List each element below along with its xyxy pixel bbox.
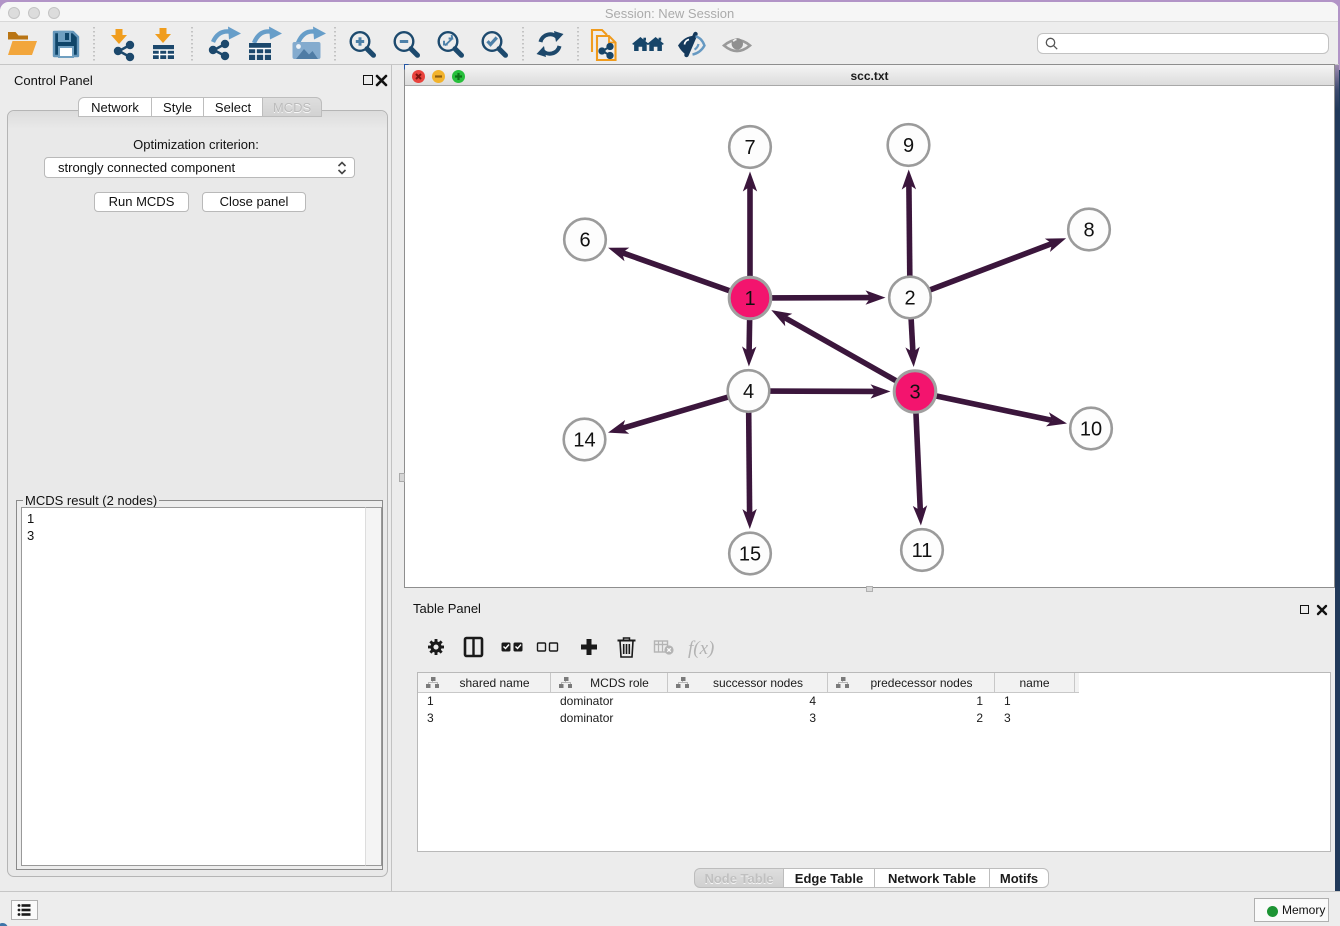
svg-text:4: 4 <box>743 381 754 403</box>
svg-text:1: 1 <box>744 288 755 310</box>
svg-text:3: 3 <box>909 382 920 404</box>
svg-text:8: 8 <box>1083 220 1094 242</box>
svg-text:7: 7 <box>744 137 755 159</box>
svg-text:11: 11 <box>912 540 933 562</box>
svg-text:15: 15 <box>739 544 761 566</box>
svg-text:f(x): f(x) <box>688 638 714 659</box>
svg-text:6: 6 <box>579 230 590 252</box>
svg-text:2: 2 <box>904 288 915 310</box>
svg-text:10: 10 <box>1080 419 1102 441</box>
svg-text:14: 14 <box>573 430 595 452</box>
svg-text:9: 9 <box>903 135 914 157</box>
